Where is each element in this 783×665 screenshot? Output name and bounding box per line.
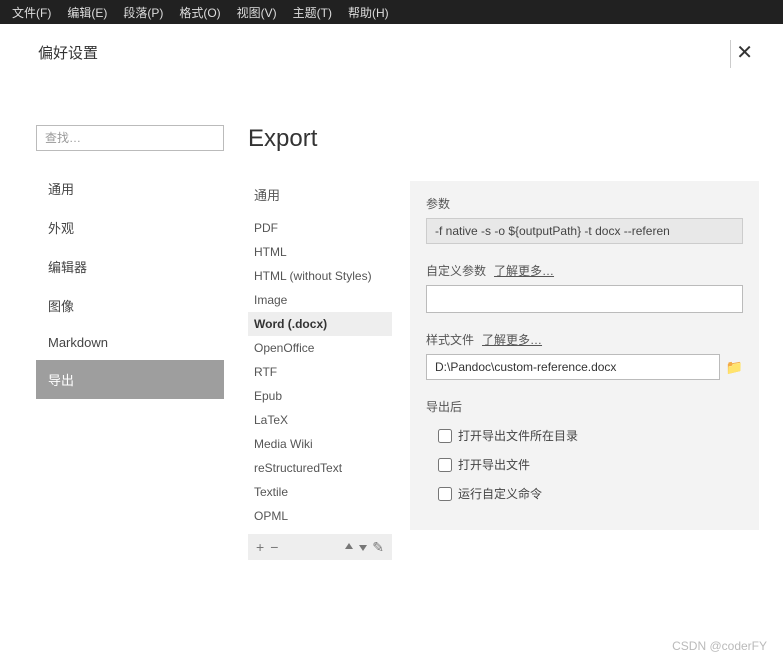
menu-format[interactable]: 格式(O): [171, 4, 228, 21]
content: 通用 外观 编辑器 图像 Markdown 导出 Export 通用 PDF H…: [0, 77, 783, 560]
style-learn-more-link[interactable]: 了解更多…: [482, 331, 542, 348]
format-rst[interactable]: reStructuredText: [248, 456, 392, 480]
custom-param-input[interactable]: [426, 285, 743, 313]
format-word[interactable]: Word (.docx): [248, 312, 392, 336]
checkbox-open-folder: 打开导出文件所在目录: [426, 421, 743, 450]
param-input[interactable]: [426, 218, 743, 244]
custom-param-row: 自定义参数 了解更多…: [426, 262, 743, 313]
dialog-header: 偏好设置 ✕: [0, 24, 783, 77]
add-format-button[interactable]: +: [256, 539, 264, 555]
checkbox-run-command-input[interactable]: [438, 487, 452, 501]
format-toolbar: + − ✎: [248, 534, 392, 560]
format-epub[interactable]: Epub: [248, 384, 392, 408]
folder-icon: 📁: [726, 359, 743, 375]
remove-format-button[interactable]: −: [270, 539, 278, 555]
nav-appearance[interactable]: 外观: [36, 208, 224, 247]
menu-paragraph[interactable]: 段落(P): [115, 4, 171, 21]
dialog-title: 偏好设置: [38, 42, 98, 63]
format-html-nostyle[interactable]: HTML (without Styles): [248, 264, 392, 288]
nav-image[interactable]: 图像: [36, 286, 224, 325]
param-row: 参数: [426, 195, 743, 244]
checkbox-open-file-label: 打开导出文件: [458, 456, 530, 473]
checkbox-open-folder-label: 打开导出文件所在目录: [458, 427, 578, 444]
close-button[interactable]: ✕: [730, 40, 759, 65]
format-latex[interactable]: LaTeX: [248, 408, 392, 432]
checkbox-open-folder-input[interactable]: [438, 429, 452, 443]
watermark: CSDN @coderFY: [672, 639, 767, 653]
minus-icon: −: [270, 539, 278, 555]
format-textile[interactable]: Textile: [248, 480, 392, 504]
format-mediawiki[interactable]: Media Wiki: [248, 432, 392, 456]
menu-view[interactable]: 视图(V): [229, 4, 285, 21]
format-panel: 通用 PDF HTML HTML (without Styles) Image …: [248, 181, 392, 560]
format-html[interactable]: HTML: [248, 240, 392, 264]
panels: 通用 PDF HTML HTML (without Styles) Image …: [248, 181, 759, 560]
menu-help[interactable]: 帮助(H): [340, 4, 397, 21]
style-file-row: 样式文件 了解更多… 📁: [426, 331, 743, 380]
search-input[interactable]: [36, 125, 224, 151]
custom-learn-more-link[interactable]: 了解更多…: [494, 262, 554, 279]
move-down-button[interactable]: [358, 539, 368, 555]
format-rtf[interactable]: RTF: [248, 360, 392, 384]
custom-param-label: 自定义参数: [426, 262, 486, 279]
arrow-up-icon: [344, 539, 354, 555]
nav-markdown[interactable]: Markdown: [36, 325, 224, 360]
format-opml[interactable]: OPML: [248, 504, 392, 528]
after-export-row: 导出后 打开导出文件所在目录 打开导出文件 运行自定义命令: [426, 398, 743, 508]
style-file-label: 样式文件: [426, 331, 474, 348]
menu-theme[interactable]: 主题(T): [285, 4, 340, 21]
checkbox-run-command: 运行自定义命令: [426, 479, 743, 508]
pencil-icon: ✎: [372, 539, 384, 555]
format-header: 通用: [248, 181, 392, 208]
arrow-down-icon: [358, 539, 368, 555]
settings-panel: 参数 自定义参数 了解更多… 样式文件 了解更多…: [410, 181, 759, 530]
main-title: Export: [248, 125, 759, 153]
format-list: PDF HTML HTML (without Styles) Image Wor…: [248, 216, 392, 528]
checkbox-open-file: 打开导出文件: [426, 450, 743, 479]
main-panel: Export 通用 PDF HTML HTML (without Styles)…: [248, 125, 759, 560]
header-divider: [730, 40, 731, 68]
move-up-button[interactable]: [344, 539, 354, 555]
nav-general[interactable]: 通用: [36, 169, 224, 208]
param-label: 参数: [426, 195, 743, 212]
menubar: 文件(F) 编辑(E) 段落(P) 格式(O) 视图(V) 主题(T) 帮助(H…: [0, 0, 783, 24]
sidebar: 通用 外观 编辑器 图像 Markdown 导出: [36, 125, 224, 560]
menu-edit[interactable]: 编辑(E): [59, 4, 115, 21]
nav-export[interactable]: 导出: [36, 360, 224, 399]
format-openoffice[interactable]: OpenOffice: [248, 336, 392, 360]
browse-button[interactable]: 📁: [726, 359, 743, 376]
format-image[interactable]: Image: [248, 288, 392, 312]
checkbox-run-command-label: 运行自定义命令: [458, 485, 542, 502]
format-pdf[interactable]: PDF: [248, 216, 392, 240]
edit-format-button[interactable]: ✎: [372, 539, 384, 556]
nav-editor[interactable]: 编辑器: [36, 247, 224, 286]
style-file-input[interactable]: [426, 354, 720, 380]
menu-file[interactable]: 文件(F): [4, 4, 59, 21]
close-icon: ✕: [736, 42, 753, 64]
plus-icon: +: [256, 539, 264, 555]
checkbox-open-file-input[interactable]: [438, 458, 452, 472]
after-export-label: 导出后: [426, 398, 743, 415]
